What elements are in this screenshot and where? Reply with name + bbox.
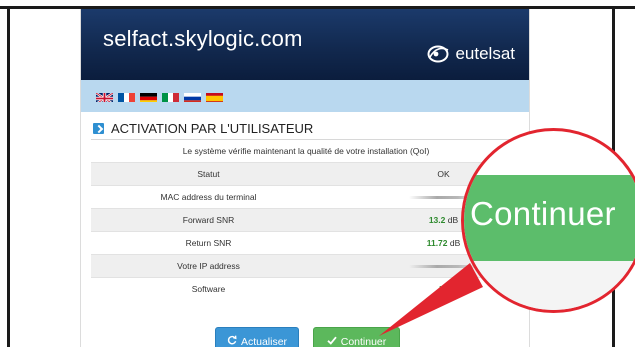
zoom-continue-label: Continuer: [470, 195, 616, 232]
zoom-lower-area: [464, 261, 635, 310]
zoom-callout: Continuer: [461, 128, 635, 313]
